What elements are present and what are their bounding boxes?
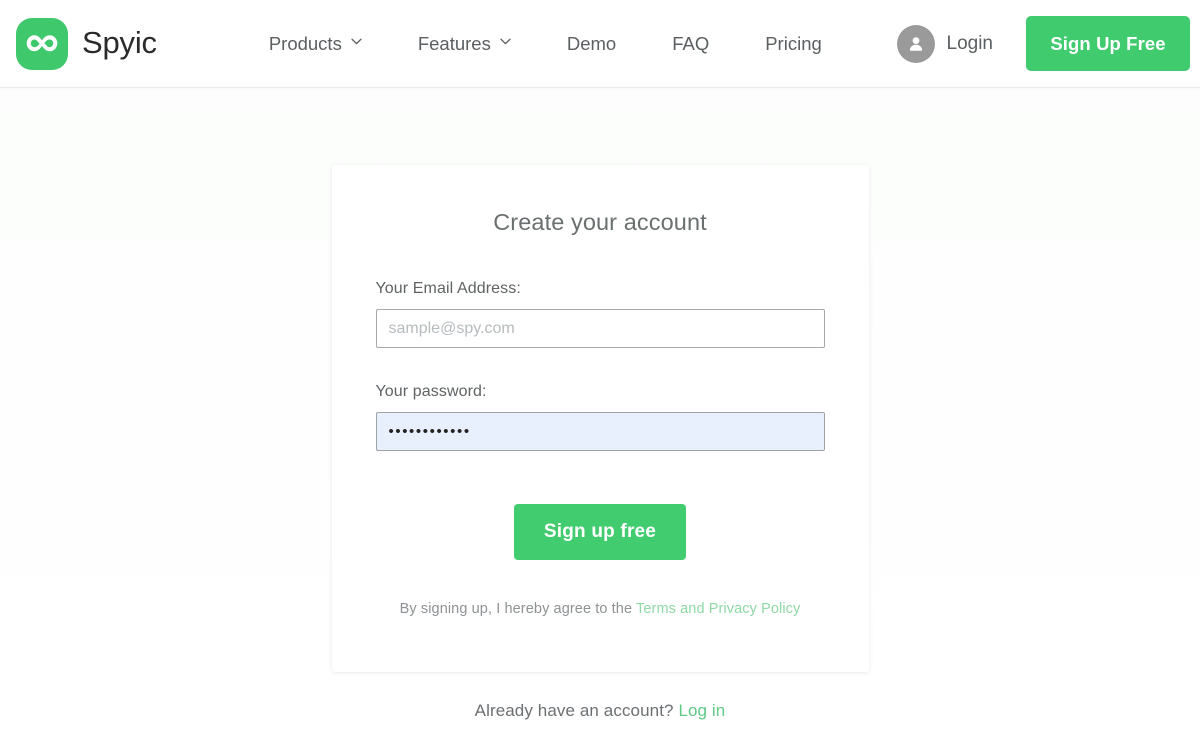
- terms-prefix-text: By signing up, I hereby agree to the: [399, 601, 637, 617]
- terms-agreement-text: By signing up, I hereby agree to the Ter…: [376, 601, 825, 617]
- already-have-account-line: Already have an account? Log in: [475, 701, 726, 721]
- nav-item-label: Products: [268, 32, 342, 54]
- main-navigation: Products Features Demo FAQ Pricing: [241, 25, 850, 63]
- nav-item-label: Demo: [566, 32, 617, 54]
- email-input[interactable]: [375, 309, 825, 348]
- submit-row: Sign up free: [376, 504, 825, 560]
- nav-item-pricing[interactable]: Pricing: [737, 25, 850, 63]
- nav-item-label: FAQ: [672, 32, 710, 54]
- page-main: Create your account Your Email Address: …: [0, 88, 1200, 738]
- nav-item-features[interactable]: Features: [390, 25, 539, 63]
- infinity-logo-icon: [16, 17, 68, 70]
- password-field-label: Your password:: [375, 383, 487, 400]
- user-avatar-icon: [896, 24, 935, 63]
- nav-item-faq[interactable]: FAQ: [644, 25, 737, 63]
- chevron-down-icon: [351, 36, 362, 47]
- chevron-down-icon: [500, 36, 511, 47]
- nav-item-label: Pricing: [765, 32, 822, 54]
- page-title: Create your account: [493, 209, 707, 235]
- login-button[interactable]: Login: [896, 24, 994, 63]
- email-field-block: Your Email Address:: [375, 280, 825, 348]
- header-right-group: Login Sign Up Free: [896, 16, 1190, 71]
- signup-free-submit-button[interactable]: Sign up free: [513, 504, 687, 560]
- password-field-block: Your password:: [375, 383, 825, 451]
- nav-item-label: Features: [417, 32, 491, 54]
- already-have-account-text: Already have an account?: [474, 700, 679, 720]
- terms-and-privacy-link[interactable]: Terms and Privacy Policy: [636, 601, 800, 617]
- nav-item-demo[interactable]: Demo: [539, 25, 644, 63]
- site-header: Spyic Products Features Demo FAQ Pricing: [0, 0, 1200, 88]
- password-input[interactable]: [375, 412, 825, 451]
- email-field-label: Your Email Address:: [375, 280, 521, 297]
- brand-logo-group[interactable]: Spyic: [16, 17, 157, 70]
- signup-free-header-button[interactable]: Sign Up Free: [1026, 16, 1190, 71]
- login-label: Login: [946, 32, 994, 54]
- nav-item-products[interactable]: Products: [241, 25, 390, 63]
- signup-card: Create your account Your Email Address: …: [331, 165, 869, 672]
- brand-name: Spyic: [82, 24, 157, 60]
- log-in-link[interactable]: Log in: [678, 701, 725, 720]
